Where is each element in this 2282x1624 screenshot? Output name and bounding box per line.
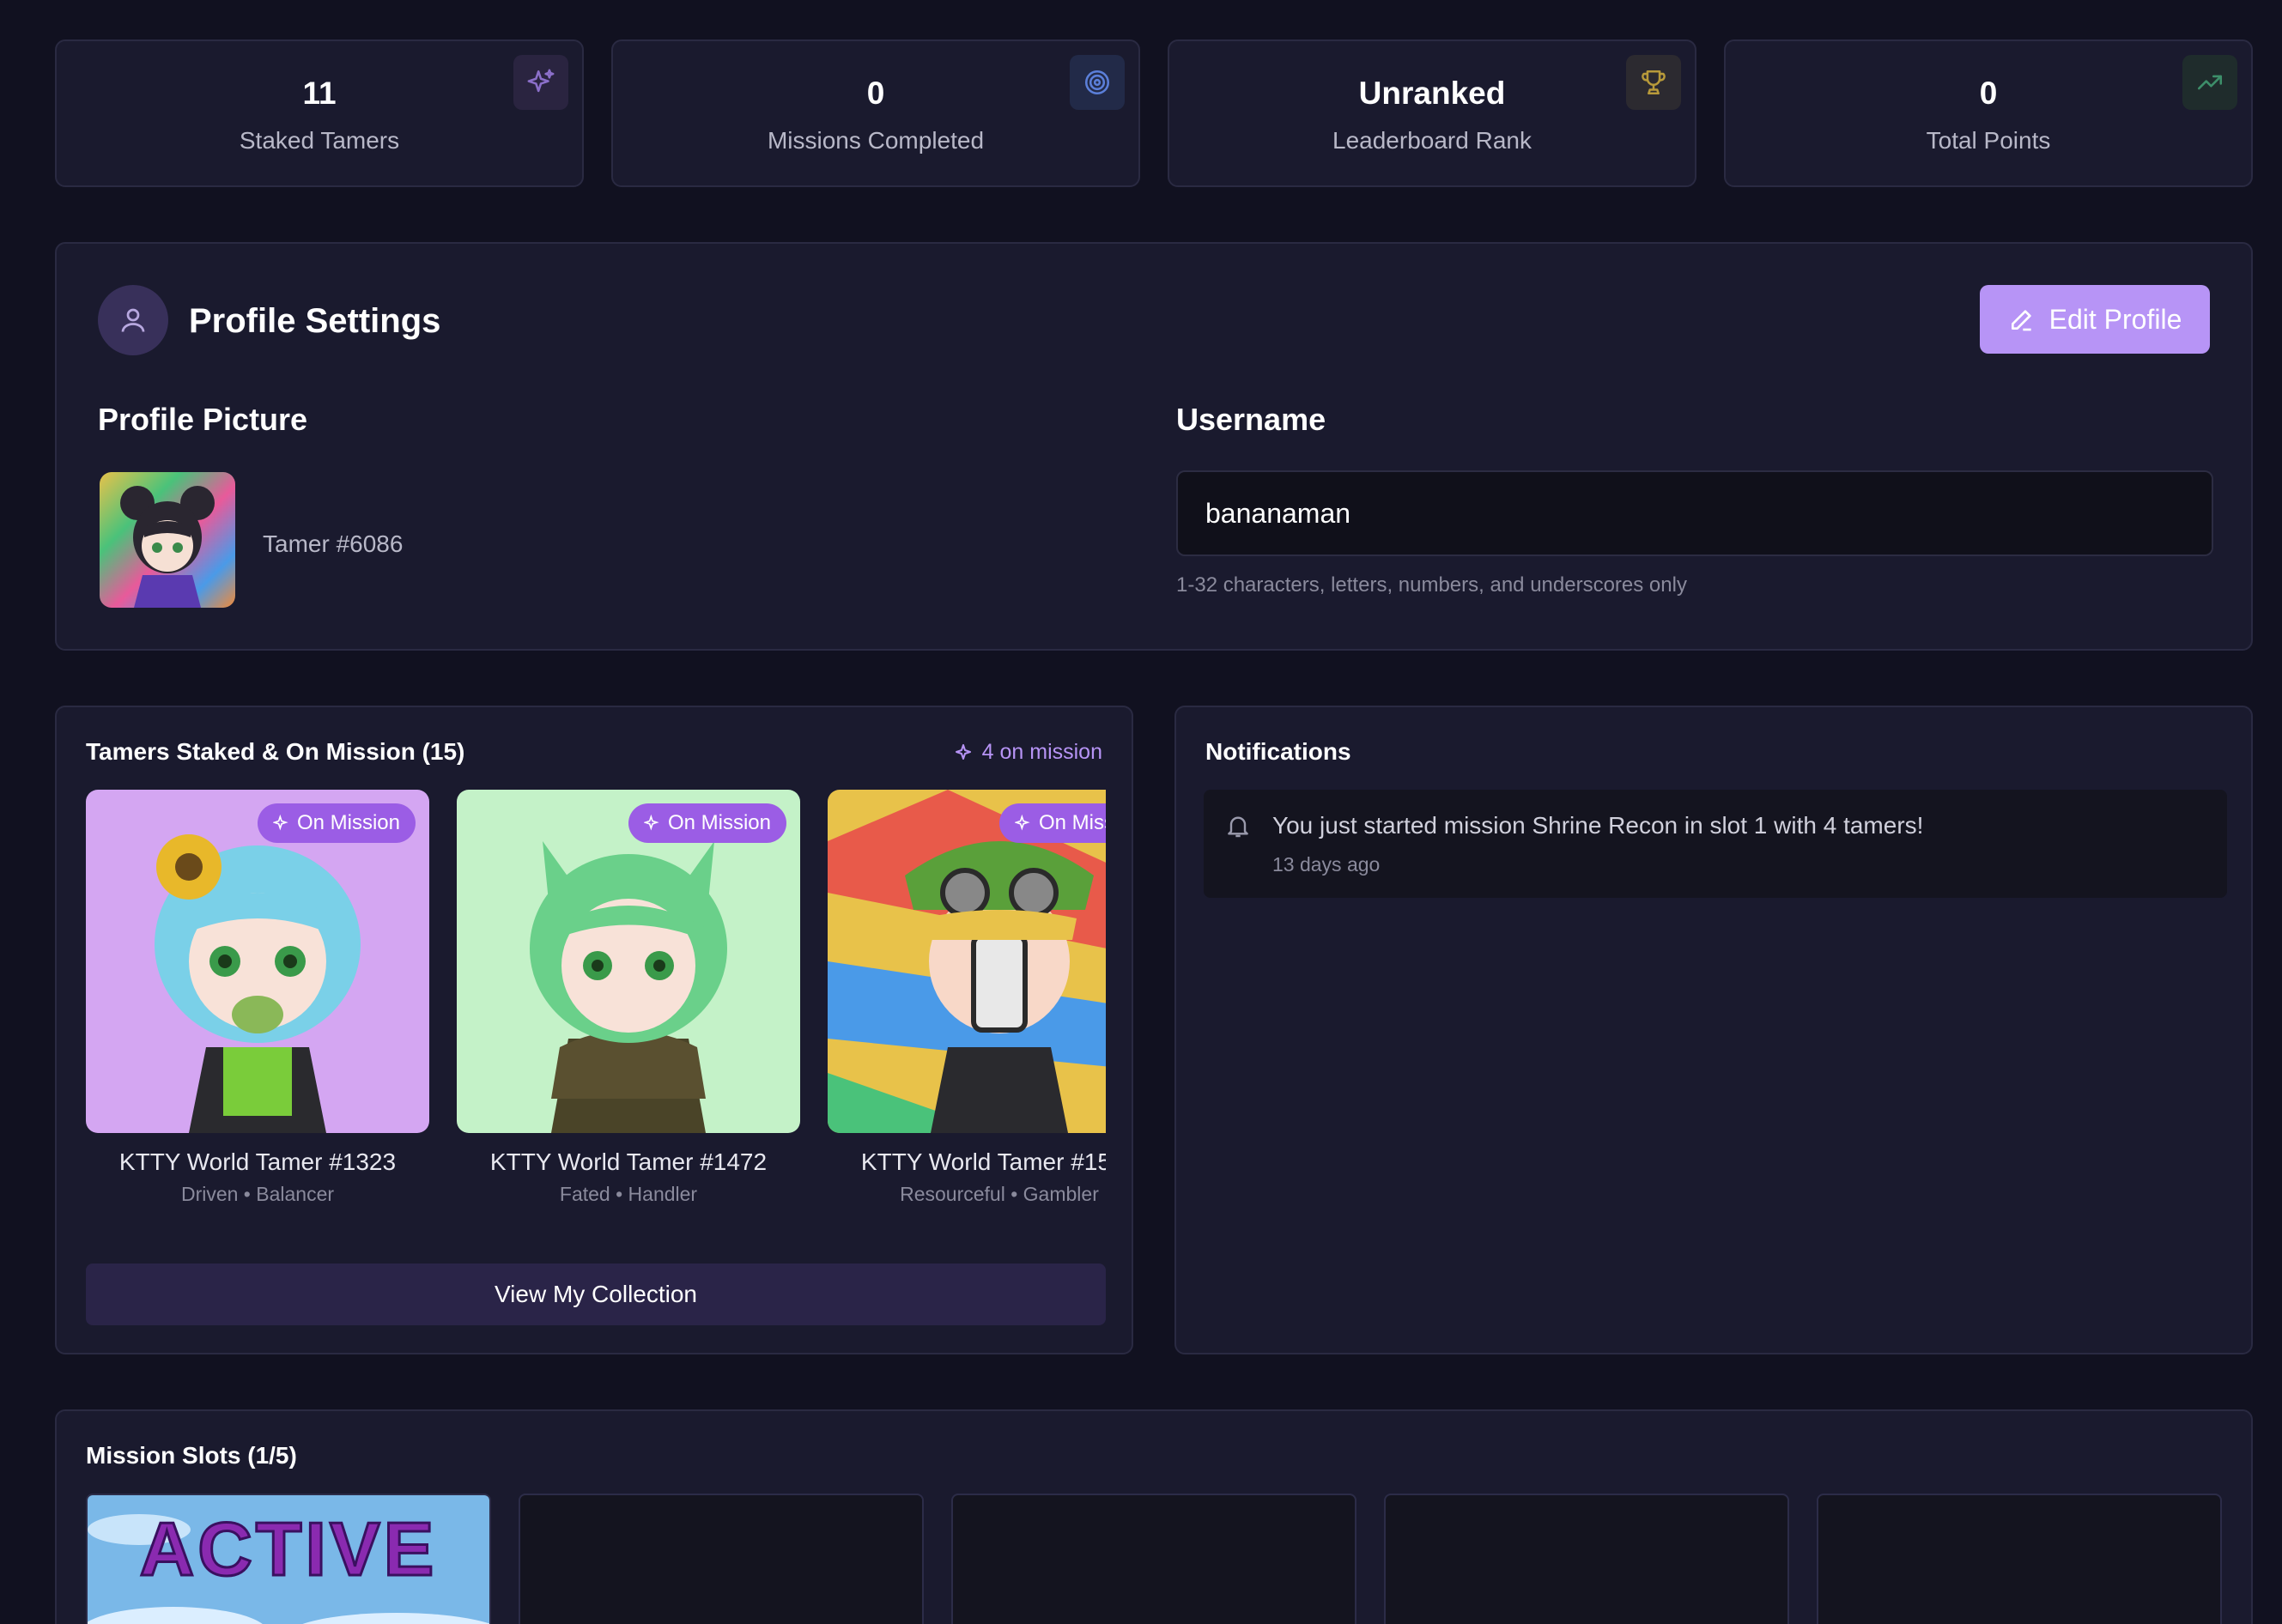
sparkles-icon (513, 55, 568, 110)
stat-card-leaderboard-rank: Unranked Leaderboard Rank (1168, 39, 1696, 187)
stat-card-missions-completed: 0 Missions Completed (611, 39, 1140, 187)
badge-label: On Mission (1038, 811, 1106, 834)
tamer-card[interactable]: On Mission KTTY World Tamer #1517 Resour… (828, 790, 1106, 1206)
stat-card-total-points: 0 Total Points (1724, 39, 2253, 187)
mission-slot-empty[interactable] (951, 1494, 1356, 1624)
profile-picture-name: Tamer #6086 (263, 530, 404, 557)
on-mission-count: 4 on mission (955, 740, 1102, 765)
profile-settings-title: Profile Settings (189, 302, 441, 340)
mission-slot-empty[interactable] (1384, 1494, 1789, 1624)
tamer-image: On Mission (457, 790, 800, 1133)
on-mission-badge: On Mission (998, 803, 1106, 843)
tamer-image: On Mission (828, 790, 1106, 1133)
username-input[interactable] (1176, 470, 2213, 556)
notification-item[interactable]: You just started mission Shrine Recon in… (1204, 790, 2227, 898)
tamer-carousel[interactable]: On Mission KTTY World Tamer #1323 Driven… (86, 790, 1106, 1245)
stat-value: 0 (1979, 76, 1998, 111)
mission-slot-empty[interactable] (519, 1494, 924, 1624)
badge-label: On Mission (296, 811, 400, 834)
tamer-name: KTTY World Tamer #1517 (860, 1148, 1106, 1175)
mission-slot-active[interactable]: ACTIVE (86, 1494, 491, 1624)
notification-text: You just started mission Shrine Recon in… (1272, 812, 1924, 839)
bell-icon (1228, 816, 1248, 838)
on-mission-badge: On Mission (628, 803, 786, 843)
username-label: Username (1176, 402, 1326, 437)
username-hint: 1-32 characters, letters, numbers, and u… (1176, 573, 1687, 597)
mission-slots-panel: Mission Slots (1/5) ACTIVE (55, 1409, 2253, 1624)
on-mission-count-label: 4 on mission (981, 740, 1102, 764)
tamer-card[interactable]: On Mission KTTY World Tamer #1323 Driven… (86, 790, 429, 1206)
tamer-traits: Driven • Balancer (180, 1183, 335, 1205)
sparkles-icon (955, 743, 971, 760)
stat-card-staked-tamers: 11 Staked Tamers (55, 39, 584, 187)
profile-picture-label: Profile Picture (98, 402, 308, 437)
tamer-traits: Resourceful • Gambler (900, 1183, 1099, 1205)
stat-value: 0 (866, 76, 885, 111)
notifications-panel: Notifications You just started mission S… (1174, 706, 2253, 1354)
tamer-card[interactable]: On Mission KTTY World Tamer #1472 Fated … (457, 790, 800, 1206)
badge-label: On Mission (667, 811, 771, 834)
tamers-staked-panel: Tamers Staked & On Mission (15) 4 on mis… (55, 706, 1133, 1354)
profile-picture[interactable] (100, 472, 235, 608)
notifications-title: Notifications (1205, 738, 1351, 765)
on-mission-badge: On Mission (257, 803, 416, 843)
tamers-panel-title: Tamers Staked & On Mission (15) (86, 738, 465, 765)
user-icon (98, 285, 168, 355)
stat-label: Total Points (1926, 127, 2051, 154)
tamer-name: KTTY World Tamer #1323 (118, 1148, 397, 1175)
stat-value: 11 (302, 76, 337, 111)
stat-label: Staked Tamers (239, 127, 400, 154)
edit-profile-label: Edit Profile (2048, 303, 2182, 335)
stat-label: Missions Completed (767, 127, 985, 154)
tamer-traits: Fated • Handler (559, 1183, 698, 1205)
tamer-name: KTTY World Tamer #1472 (489, 1148, 768, 1175)
edit-profile-button[interactable]: Edit Profile (1980, 285, 2210, 354)
sparkles-icon (643, 815, 659, 831)
trophy-icon (1626, 55, 1681, 110)
stat-value: Unranked (1358, 76, 1506, 111)
view-collection-button[interactable]: View My Collection (86, 1263, 1106, 1325)
stat-label: Leaderboard Rank (1332, 127, 1532, 154)
active-label: ACTIVE (138, 1506, 438, 1593)
mission-slots-title: Mission Slots (1/5) (86, 1442, 297, 1469)
notification-time: 13 days ago (1272, 853, 1381, 876)
mission-slot-empty[interactable] (1817, 1494, 2222, 1624)
target-icon (1070, 55, 1125, 110)
pencil-icon (2011, 310, 2031, 331)
trending-up-icon (2182, 55, 2237, 110)
tamer-image: On Mission (86, 790, 429, 1133)
sparkles-icon (1014, 815, 1030, 831)
profile-settings-panel: Profile Settings Edit Profile Profile Pi… (55, 242, 2253, 651)
sparkles-icon (272, 815, 288, 831)
